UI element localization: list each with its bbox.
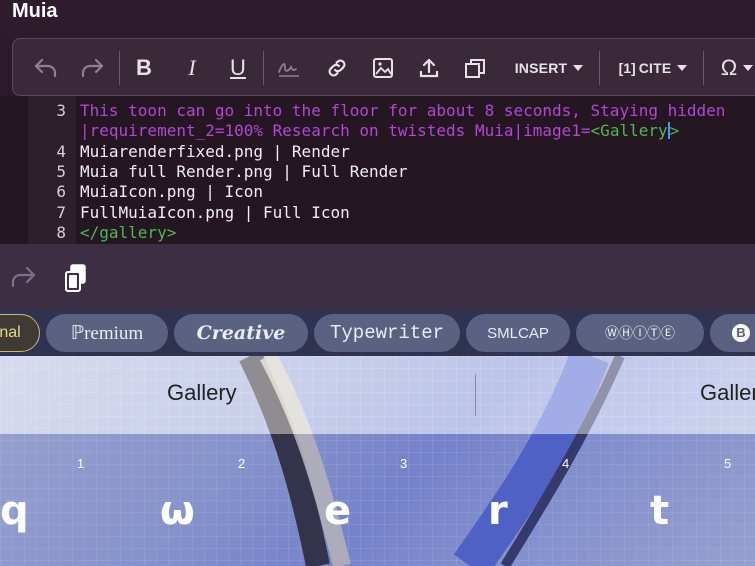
cite-menu-button[interactable]: [1] CITE [615,39,691,97]
key-r[interactable]: r [488,488,508,534]
code-line: Muiarenderfixed.png | Render [80,142,350,161]
page-title: Muia [12,0,58,22]
editor-toolbar: B I U INSERT [1] CITE Ω [12,38,755,96]
font-style-smlcap[interactable]: SMLCAP [466,314,570,352]
redo-icon [11,266,36,288]
keyboard-redo-button[interactable] [8,262,38,292]
chevron-down-icon [573,65,584,71]
code-line: This toon can go into the floor for abou… [80,101,726,120]
font-style-label: SMLCAP [487,324,549,342]
font-style-label: Typewriter [329,322,445,344]
line-number: 8 [56,223,66,242]
italic-button[interactable]: I [179,39,205,97]
underline-button[interactable]: U [225,39,251,97]
code-line: MuiaIcon.png | Icon [80,182,264,201]
toolbar-divider [263,51,264,85]
font-style-label: Creative [196,322,286,344]
line-number: 3 [56,101,66,120]
code-line: </gallery> [80,223,177,242]
signature-icon [278,63,299,77]
font-style-white[interactable]: ⓌⒽⒾⓉⒺ [576,314,704,352]
font-style-selector: nal ℙremium Creative Typewriter SMLCAP Ⓦ… [0,310,755,356]
suggestion-divider [475,374,476,416]
insert-menu-button[interactable]: INSERT [511,39,587,97]
special-characters-button[interactable]: Ω [717,39,755,97]
code-line: Muia full Render.png | Full Render [80,162,408,181]
toolbar-divider [119,51,120,85]
line-number: 6 [56,182,66,201]
code-line: |requirement_2=100% Research on twisteds… [80,121,679,140]
key-number-hint: 1 [77,456,85,471]
key-q[interactable]: q [0,488,29,534]
keyboard: Gallery Galler 1 2 3 4 5 [0,356,755,566]
suggestion-bar [0,356,755,434]
keyboard-toolbar [0,244,755,310]
image-icon [373,58,393,78]
gallery-button[interactable] [461,39,489,97]
toolbar-divider [599,51,600,85]
line-number: 7 [56,203,66,222]
redo-button[interactable] [77,39,107,97]
code-line: FullMuiaIcon.png | Full Icon [80,203,350,222]
redo-icon [81,58,104,78]
link-button[interactable] [323,39,351,97]
gallery-tag: <Gallery [590,121,668,140]
font-style-label: ℙremium [70,322,144,344]
upload-icon [419,58,439,78]
title-bar: Muia [0,0,755,38]
font-style-label: ⓌⒽⒾⓉⒺ [605,325,675,341]
line-number: 4 [56,142,66,161]
paste-button[interactable] [62,262,92,294]
omega-icon: Ω [720,55,738,80]
image-button[interactable] [369,39,397,97]
bold-button[interactable]: B [131,39,157,97]
toolbar-divider [703,51,704,85]
upload-button[interactable] [415,39,443,97]
chevron-down-icon [677,65,688,71]
key-number-hint: 5 [724,456,732,471]
link-icon [328,59,346,77]
cite-icon: [1] [618,60,636,76]
gallery-icon [465,59,485,78]
font-style-creative[interactable]: Creative [174,314,308,352]
code-editor[interactable]: 3 This toon can go into the floor for ab… [0,96,755,244]
key-t[interactable]: t [650,488,669,534]
suggestion-word[interactable]: Galler [700,380,755,406]
paste-icon [65,264,86,292]
font-style-typewriter[interactable]: Typewriter [314,314,460,352]
font-style-premium[interactable]: ℙremium [46,314,168,352]
keys-row-background [0,434,755,566]
key-e[interactable]: e [324,488,351,534]
key-number-hint: 3 [400,456,408,471]
font-style-bubble[interactable]: B [710,314,755,352]
suggestion-word[interactable]: Gallery [167,380,237,406]
signature-button[interactable] [275,39,303,97]
font-style-label: B [732,324,750,342]
gallery-tag-close: > [669,121,680,140]
chevron-down-icon [743,65,754,71]
cite-label: CITE [638,60,672,76]
insert-label: INSERT [514,60,568,76]
undo-button[interactable] [31,39,61,97]
line-number: 5 [56,162,66,181]
undo-icon [34,58,57,78]
code-text: |requirement_2=100% Research on twisteds… [80,121,591,140]
font-style-normal[interactable]: nal [0,314,40,352]
key-number-hint: 2 [238,456,246,471]
key-w[interactable]: ω [160,488,195,534]
font-style-label: nal [0,324,21,341]
key-number-hint: 4 [562,456,570,471]
